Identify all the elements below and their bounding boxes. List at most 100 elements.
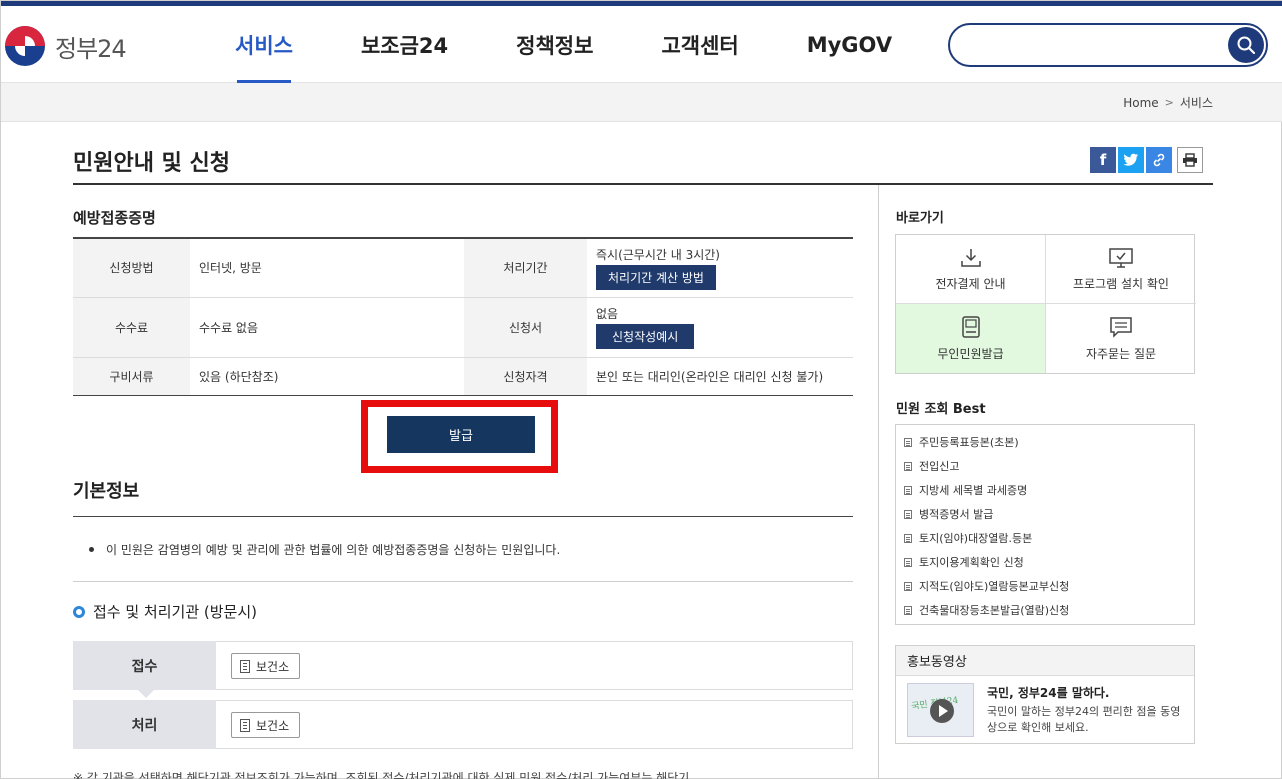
link-icon[interactable] [1146,147,1172,173]
cell-label: 신청자격 [464,357,587,395]
document-icon [904,509,912,519]
nav-service[interactable]: 서비스 [201,6,327,84]
nav-customer-center[interactable]: 고객센터 [627,6,772,83]
table-row: 구비서류 있음 (하단참조) 신청자격 본인 또는 대리인(온라인은 대리인 신… [73,357,853,395]
site-header: 정부24 서비스 보조금24 정책정보 고객센터 MyGOV [1,6,1282,84]
service-name: 예방접종증명 [73,209,156,227]
bullet-icon [89,547,94,552]
handle-row: 처리 보건소 [73,700,853,749]
cell-value: 인터넷, 방문 [190,238,464,298]
circle-bullet-icon [73,605,85,618]
receive-org-label: 보건소 [256,659,290,674]
arrow-down-icon [138,690,154,698]
service-info-table: 신청방법 인터넷, 방문 처리기간 즉시(근무시간 내 3시간) 처리기간 계산… [73,237,853,396]
quick-link-label: 자주묻는 질문 [1085,347,1157,361]
table-row: 수수료 수수료 없음 신청서 없음 신청작성예시 [73,297,853,358]
handle-org-button[interactable]: 보건소 [231,712,301,738]
best-list: 주민등록표등본(초본) 전입신고 지방세 세목별 과세증명 병적증명서 발급 토… [895,424,1195,625]
nav-subsidy[interactable]: 보조금24 [327,6,482,83]
quick-link-label: 무인민원발급 [937,347,1004,361]
section-divider [73,581,853,582]
list-item[interactable]: 토지(임야)대장열람.등본 [896,526,1194,550]
basic-info-description: 이 민원은 감염병의 예방 및 관리에 관한 법률에 의한 예방접종증명을 신청… [106,543,561,557]
print-icon[interactable] [1177,147,1203,173]
breadcrumb-current[interactable]: 서비스 [1180,94,1213,111]
search-input[interactable] [964,33,1224,57]
process-title: 접수 및 처리기관 (방문시) [73,601,257,622]
best-item-label: 지방세 세목별 과세증명 [919,484,1028,497]
monitor-icon [1109,247,1133,268]
breadcrumb-home[interactable]: Home [1123,96,1158,110]
best-item-label: 병적증명서 발급 [919,508,994,521]
basic-info-title: 기본정보 [73,481,140,502]
application-form-value: 없음 [596,307,619,321]
application-example-button[interactable]: 신청작성예시 [596,324,695,349]
best-item-label: 건축물대장등초본발급(열람)신청 [919,604,1070,617]
breadcrumb: Home > 서비스 [1123,94,1213,111]
cell-label: 구비서류 [73,357,190,395]
cell-label: 신청서 [464,297,587,358]
promo-title: 홍보동영상 [896,646,1194,676]
search-icon [1237,36,1256,55]
list-item[interactable]: 지방세 세목별 과세증명 [896,478,1194,502]
document-icon [904,605,912,615]
best-item-label: 주민등록표등본(초본) [919,436,1019,449]
column-divider [878,185,879,779]
quick-link-program-check[interactable]: 프로그램 설치 확인 [1046,235,1196,304]
list-item[interactable]: 지적도(임야도)열람등본교부신청 [896,574,1194,598]
cell-value: 즉시(근무시간 내 3시간) 처리기간 계산 방법 [587,238,853,298]
receive-row: 접수 보건소 [73,641,853,690]
quick-link-faq[interactable]: 자주묻는 질문 [1046,304,1196,373]
processing-time-calc-button[interactable]: 처리기간 계산 방법 [596,264,716,290]
cell-label: 신청방법 [73,238,190,298]
cell-value: 수수료 없음 [190,297,464,358]
play-icon[interactable] [930,699,954,723]
chevron-right-icon: > [1164,96,1174,109]
promo-video-thumbnail[interactable]: 국민 정부24 [907,683,974,737]
faq-icon [1110,317,1132,338]
document-icon [904,533,912,543]
cell-value: 본인 또는 대리인(온라인은 대리인 신청 불가) [596,369,824,384]
list-item[interactable]: 토지이용계획확인 신청 [896,550,1194,574]
receive-org-button[interactable]: 보건소 [231,653,301,679]
handle-label: 처리 [73,700,216,749]
quick-links: 전자결제 안내 프로그램 설치 확인 무인민원발급 자주묻는 질문 [895,234,1196,374]
promo-video-title[interactable]: 국민, 정부24를 말하다. [987,684,1110,701]
twitter-icon[interactable] [1118,147,1144,173]
quick-link-label: 프로그램 설치 확인 [1073,276,1169,291]
promo-video-description: 국민이 말하는 정부24의 편리한 점을 동영상으로 확인해 보세요. [987,705,1181,734]
document-icon [904,461,912,471]
list-item[interactable]: 병적증명서 발급 [896,502,1194,526]
list-item: 이 민원은 감염병의 예방 및 관리에 관한 법률에 의한 예방접종증명을 신청… [89,541,560,558]
promo-video-box: 홍보동영상 국민 정부24 국민, 정부24를 말하다. 국민이 말하는 정부2… [895,645,1195,744]
best-item-label: 토지이용계획확인 신청 [919,556,1024,569]
nav-policy[interactable]: 정책정보 [482,6,627,83]
quick-links-title: 바로가기 [896,211,944,226]
document-icon [904,581,912,591]
quick-link-e-payment[interactable]: 전자결제 안내 [896,235,1046,304]
cell-label: 처리기간 [464,238,587,298]
list-item[interactable]: 전입신고 [896,454,1194,478]
best-title: 민원 조회 Best [896,402,986,417]
best-item-label: 토지(임야)대장열람.등본 [919,532,1033,545]
cell-value: 있음 (하단참조) [199,369,279,384]
building-icon [240,718,250,732]
download-icon [960,248,981,267]
logo-text: 정부24 [55,34,127,63]
facebook-icon[interactable]: f [1090,147,1116,173]
search-button[interactable] [1228,27,1264,63]
nav-mygov[interactable]: MyGOV [773,6,926,83]
receive-label: 접수 [73,641,216,690]
cell-label: 수수료 [73,297,190,358]
quick-link-kiosk[interactable]: 무인민원발급 [896,304,1046,373]
site-logo[interactable]: 정부24 [5,26,127,66]
issue-button[interactable]: 발급 [387,416,535,453]
cell-value: 없음 신청작성예시 [587,297,853,358]
list-item[interactable]: 주민등록표등본(초본) [896,430,1194,454]
list-item[interactable]: 건축물대장등초본발급(열람)신청 [896,598,1194,622]
page-title: 민원안내 및 신청 [73,151,230,176]
best-item-label: 지적도(임야도)열람등본교부신청 [919,580,1070,593]
basic-info-divider [73,516,853,517]
share-buttons: f [1090,147,1203,173]
process-footnote: ※ 각 기관을 선택하면 해당기관 정보조회가 가능하며, 조회된 접수/처리기… [73,771,690,779]
